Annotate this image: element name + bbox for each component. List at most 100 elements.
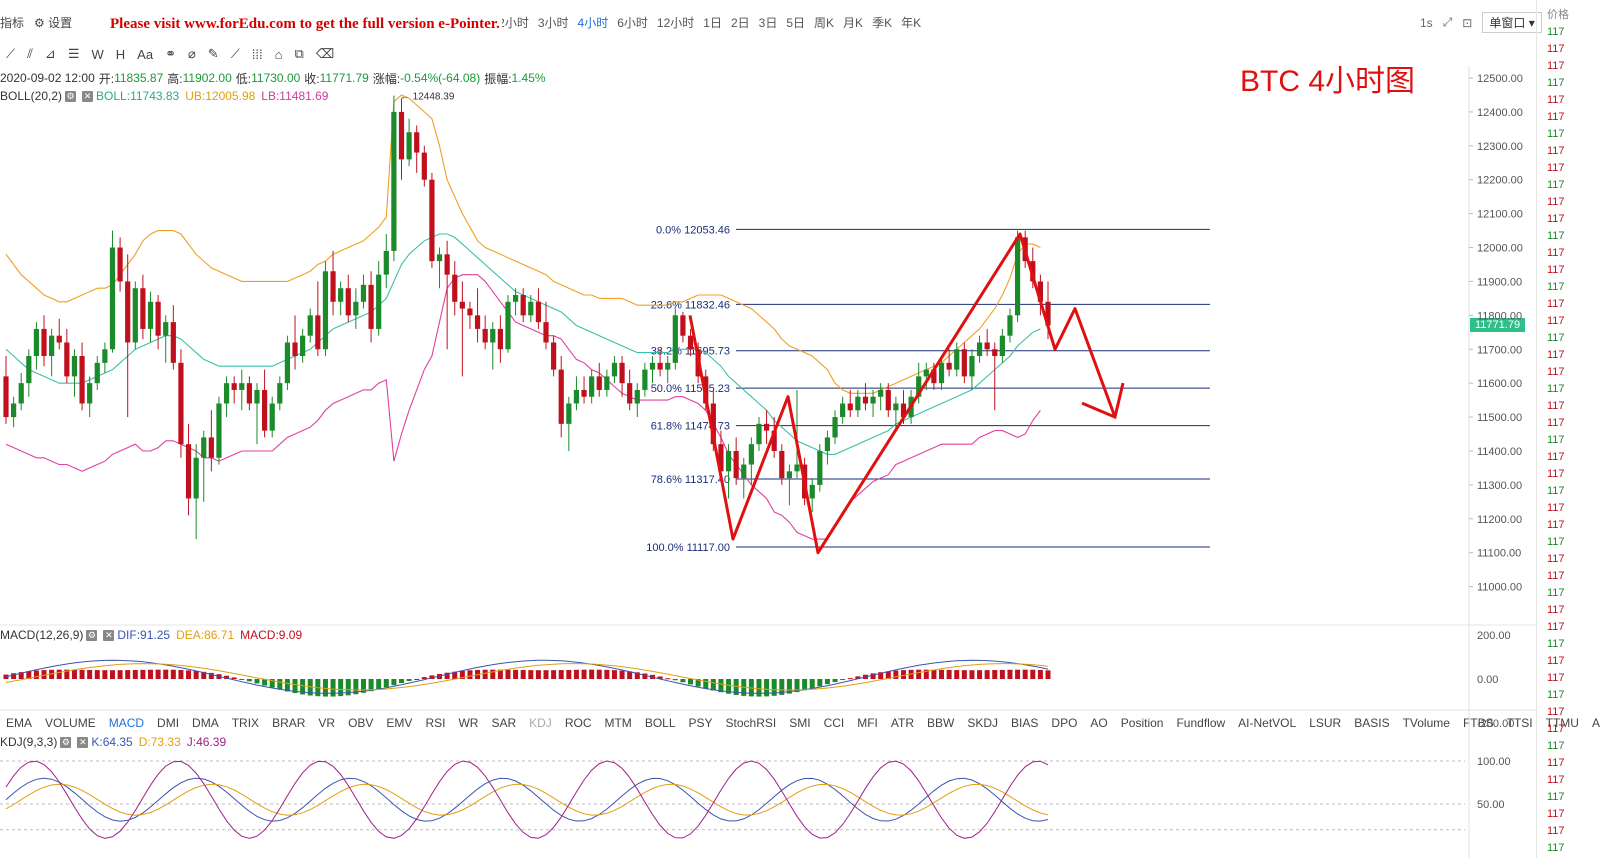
- boll-upper-band: [5, 94, 1041, 394]
- candle-body: [809, 484, 815, 499]
- macd-histogram-bar: [186, 670, 192, 679]
- candle-body: [330, 271, 336, 302]
- right-strip-value: 117: [1547, 519, 1565, 531]
- candle-body: [414, 132, 420, 153]
- candle-body: [763, 423, 770, 431]
- macd-histogram-bar: [680, 679, 686, 683]
- macd-histogram-bar: [163, 669, 169, 679]
- boll-middle-band: [5, 233, 1041, 455]
- candle-body: [338, 288, 344, 302]
- macd-histogram-bar: [277, 679, 283, 690]
- macd-histogram-bar: [254, 679, 260, 684]
- macd-histogram-bar: [573, 669, 579, 679]
- macd-histogram-bar: [56, 669, 62, 679]
- candle-body: [71, 356, 78, 377]
- candle-body: [992, 349, 998, 357]
- candle-body: [163, 322, 169, 336]
- candle-body: [102, 349, 108, 363]
- macd-histogram-bar: [125, 670, 131, 679]
- candle-body: [604, 376, 610, 390]
- candle-body: [41, 328, 47, 357]
- candle-body: [261, 389, 268, 431]
- macd-histogram-bar: [992, 670, 998, 679]
- macd-histogram-bar: [117, 670, 123, 679]
- candle-body: [832, 417, 838, 438]
- y-tick-label: 11500.00: [1477, 412, 1522, 424]
- chart-canvas[interactable]: 12500.00 12400.00 12300.00 12200.00 12100.00…: [0, 0, 1536, 858]
- right-strip-value: 117: [1547, 196, 1565, 208]
- macd-histogram-bar: [535, 670, 541, 679]
- kdj-j-line: [5, 760, 1049, 839]
- macd-histogram-bar: [581, 669, 587, 679]
- right-strip-value: 117: [1547, 145, 1565, 157]
- candle-body: [368, 284, 374, 329]
- candle-body: [436, 254, 443, 262]
- macd-histogram-bar: [840, 679, 846, 681]
- macd-histogram-bar: [710, 679, 716, 691]
- candle-body: [307, 315, 313, 336]
- macd-histogram-bar: [946, 669, 952, 679]
- y-tick-label: 11400.00: [1477, 446, 1522, 458]
- macd-histogram-bar: [847, 678, 853, 680]
- macd-histogram-bar: [391, 679, 397, 686]
- right-strip-value: 117: [1547, 672, 1565, 684]
- macd-histogram-bar: [619, 670, 625, 679]
- candle-body: [353, 301, 359, 316]
- candle-body: [231, 383, 237, 390]
- macd-histogram-bar: [330, 679, 336, 697]
- macd-histogram-bar: [665, 678, 671, 680]
- y-tick-label: 11700.00: [1477, 344, 1522, 356]
- macd-histogram-bar: [824, 679, 830, 685]
- right-strip-value: 117: [1547, 825, 1565, 837]
- candle-body: [1014, 237, 1021, 316]
- right-strip-value: 117: [1547, 298, 1565, 310]
- candle-body: [109, 247, 116, 350]
- right-strip-value: 117: [1547, 111, 1565, 123]
- candle-body: [528, 301, 534, 316]
- right-strip-value: 117: [1547, 230, 1565, 242]
- candle-body: [18, 383, 24, 404]
- candle-body: [923, 369, 929, 377]
- macd-histogram-bar: [482, 669, 488, 679]
- macd-histogram-bar: [999, 669, 1005, 679]
- kdj-tick-label: 50.00: [1477, 799, 1505, 811]
- candle-body: [512, 295, 519, 302]
- candle-body: [482, 328, 488, 343]
- macd-histogram-bar: [155, 669, 161, 679]
- candle-body: [657, 362, 663, 370]
- right-strip-value: 117: [1547, 808, 1565, 820]
- candle-body: [79, 356, 85, 404]
- right-strip-value: 117: [1547, 757, 1565, 769]
- candle-body: [558, 369, 564, 424]
- right-strip-value: 117: [1547, 791, 1565, 803]
- candle-body: [345, 288, 351, 316]
- macd-histogram-bar: [1030, 669, 1036, 679]
- macd-histogram-bar: [505, 669, 511, 679]
- candle-body: [840, 403, 846, 418]
- candle-body: [3, 376, 9, 418]
- right-strip-value: 117: [1547, 502, 1565, 514]
- candle-body: [551, 342, 557, 370]
- right-strip-value: 117: [1547, 366, 1565, 378]
- candle-body: [125, 281, 131, 343]
- candle-body: [642, 369, 648, 390]
- y-tick-label: 11200.00: [1477, 514, 1522, 526]
- fib-level-label: 78.6% 11317.40: [651, 474, 730, 486]
- macd-histogram-bar: [558, 670, 564, 679]
- macd-dea-line: [5, 663, 1049, 691]
- candle-body: [665, 362, 671, 370]
- macd-histogram-bar: [802, 679, 808, 691]
- candle-body: [360, 284, 367, 302]
- candle-body: [322, 271, 329, 350]
- macd-histogram-bar: [589, 669, 595, 679]
- right-strip-value: 117: [1547, 264, 1565, 276]
- candle-body: [520, 295, 526, 316]
- candle-body: [132, 288, 138, 343]
- macd-histogram-bar: [376, 679, 382, 690]
- right-price-strip: 价格 117 117 117 117 117 117 117 117 117 117 117 117 1…: [1536, 0, 1600, 858]
- right-strip-value: 117: [1547, 400, 1565, 412]
- right-strip-value: 117: [1547, 723, 1565, 735]
- candle-body: [878, 389, 884, 397]
- y-tick-label: 12100.00: [1477, 209, 1523, 221]
- candle-body: [893, 403, 899, 411]
